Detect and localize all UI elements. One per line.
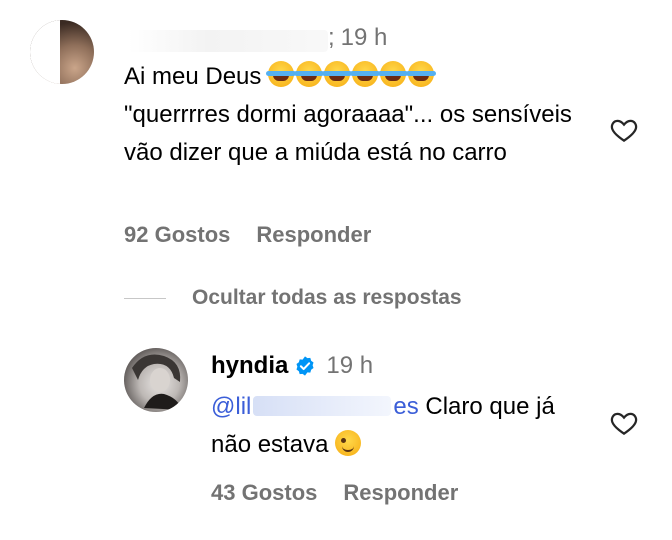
- comment-time: ; 19 h: [328, 24, 387, 52]
- wink-emoji-icon: [335, 430, 362, 456]
- portrait-image: [132, 354, 182, 410]
- verified-badge-icon: [296, 356, 314, 376]
- hide-replies-label: Ocultar todas as respostas: [192, 286, 462, 309]
- comment-text-line1: Ai meu Deus: [124, 63, 262, 90]
- laughing-emoji-icon: [350, 61, 381, 87]
- mention-redacted: [253, 396, 392, 416]
- mention-end: es: [393, 393, 419, 420]
- reply-username[interactable]: hyndia: [211, 352, 288, 380]
- reply-avatar[interactable]: [124, 348, 188, 412]
- laughing-emoji-icon: [266, 61, 297, 87]
- reply-time: 19 h: [326, 352, 374, 379]
- laughing-emoji-icon: [378, 61, 409, 87]
- time-prefix-fragment: ;: [328, 24, 335, 51]
- comment-reply-button[interactable]: Responder: [256, 222, 371, 248]
- comment-time-label: 19 h: [340, 24, 388, 51]
- divider-line: [124, 297, 166, 299]
- mention-start: @lil: [211, 393, 252, 420]
- laughing-emojis: [266, 61, 437, 87]
- laughing-emoji-icon: [406, 61, 437, 87]
- mention-link[interactable]: @lil es: [211, 393, 419, 420]
- comment-text-rest: "querrrres dormi agoraaaa"... os sensíve…: [124, 101, 572, 166]
- comment-likes-count[interactable]: 92 Gostos: [124, 222, 230, 248]
- reply-actions: 43 Gostos Responder: [211, 480, 458, 506]
- laughing-emoji-icon: [322, 61, 353, 87]
- heart-icon[interactable]: [609, 115, 639, 145]
- comment-actions: 92 Gostos Responder: [124, 222, 371, 248]
- laughing-emoji-icon: [294, 61, 325, 87]
- reply-reply-button[interactable]: Responder: [343, 480, 458, 506]
- heart-icon[interactable]: [609, 408, 639, 438]
- reply-likes-count[interactable]: 43 Gostos: [211, 480, 317, 506]
- reply-body: @lil es Claro que já não estava: [211, 388, 591, 464]
- comment-body: Ai meu Deus "querrrres dormi agoraaaa"..…: [124, 58, 594, 172]
- commenter-avatar[interactable]: [30, 20, 94, 84]
- hide-replies-toggle[interactable]: Ocultar todas as respostas: [124, 286, 462, 310]
- reply-header: hyndia 19 h: [211, 352, 373, 380]
- commenter-username-redacted: [128, 30, 328, 52]
